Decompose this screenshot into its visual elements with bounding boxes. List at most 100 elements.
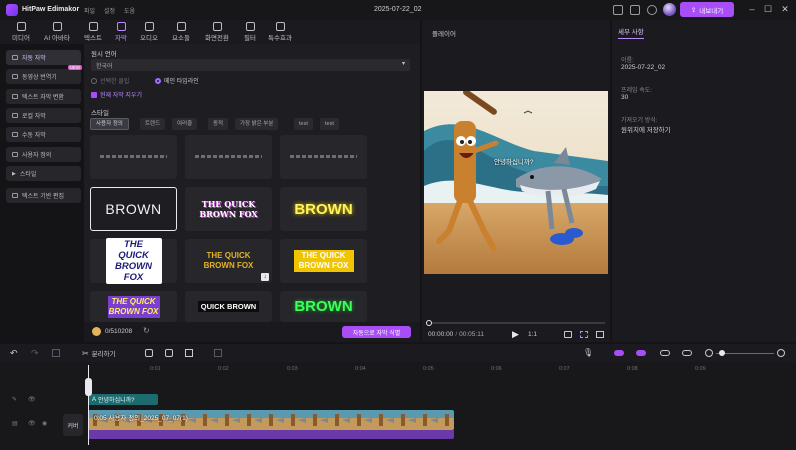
- style-card-quick-fox-white[interactable]: THE QUICK BROWN FOX: [90, 238, 177, 284]
- style-card[interactable]: [90, 135, 177, 179]
- tool-text[interactable]: 텍스트: [80, 21, 106, 43]
- playback-progress-handle[interactable]: [426, 320, 432, 326]
- sidebar-item-manual-subtitle[interactable]: 수동 자막: [6, 127, 81, 142]
- sidebar-item-text-to-subtitle[interactable]: 텍스트 자막 변환: [6, 89, 81, 104]
- remove-current-subtitle-checkbox[interactable]: 현재 자막 지우기: [91, 90, 142, 99]
- zoom-out-icon[interactable]: [705, 349, 713, 357]
- tool-media[interactable]: 미디어: [8, 21, 34, 43]
- import-method-value: 원위치에 저장하기: [621, 127, 671, 134]
- track-lock-icon[interactable]: ▤: [12, 420, 18, 427]
- sidebar-item-auto-subtitle[interactable]: 자동 자막: [6, 50, 81, 65]
- style-card[interactable]: [185, 135, 272, 179]
- play-icon[interactable]: ▶: [512, 329, 519, 340]
- auto-identify-subtitle-button[interactable]: 자동으로 자막 식별: [342, 326, 411, 338]
- menu-file[interactable]: 파일: [84, 6, 95, 15]
- export-frame-icon[interactable]: [214, 349, 222, 357]
- subtitle-edit-icon[interactable]: [185, 349, 193, 357]
- style-card-brown-green-glow[interactable]: BROWN: [280, 291, 367, 322]
- time-tick: 0:01: [150, 366, 161, 372]
- time-display: 00:00:00/00:05:11: [428, 331, 484, 338]
- video-preview[interactable]: [424, 91, 608, 274]
- import-method-label: 가져오기 방식:: [621, 118, 658, 124]
- delete-icon[interactable]: [52, 349, 60, 357]
- tool-audio[interactable]: 오디오: [136, 21, 162, 43]
- style-tab-dynamic[interactable]: 동적: [208, 118, 229, 130]
- cover-button[interactable]: 커버: [63, 414, 83, 436]
- style-card-quick-fox-pink[interactable]: THE QUICK BROWN FOX: [185, 187, 272, 231]
- avatar[interactable]: [663, 3, 676, 16]
- style-card-brown-outline[interactable]: BROWN: [90, 187, 177, 231]
- aspect-ratio-select[interactable]: 1:1: [528, 331, 537, 338]
- link-icon[interactable]: [614, 350, 624, 356]
- subtitle-clip[interactable]: A 안녕하십니까?: [88, 394, 158, 405]
- tool-effects[interactable]: 특수효과: [264, 21, 296, 43]
- minimize-icon[interactable]: –: [746, 3, 758, 15]
- track-audio-icon[interactable]: ◉: [42, 420, 47, 427]
- playhead[interactable]: [88, 365, 89, 445]
- style-card-quick-fox-yellow-box[interactable]: THE QUICK BROWN FOX: [280, 239, 367, 283]
- track-visibility-icon[interactable]: 👁: [28, 420, 36, 427]
- split-button[interactable]: ✂ 분리하기: [82, 348, 116, 359]
- track-edit-icon[interactable]: ✎: [12, 396, 17, 403]
- fps-label: 프레임 속도:: [621, 88, 652, 94]
- audio-waveform[interactable]: [88, 430, 454, 439]
- source-lang-select[interactable]: 한국어 ▾: [91, 59, 410, 71]
- snapshot-icon[interactable]: [564, 331, 572, 338]
- playhead-handle[interactable]: [85, 378, 92, 396]
- checkbox-icon: [91, 91, 97, 98]
- style-card-brown-yellow-glow[interactable]: BROWN: [280, 187, 367, 231]
- style-card-quick-brown-black[interactable]: QUICK BROWN: [185, 291, 272, 322]
- style-tab-brightest[interactable]: 가장 밝은 부분: [235, 118, 279, 130]
- radio-selected-clip[interactable]: 선택한 클립: [91, 76, 129, 85]
- undo-icon[interactable]: ↶: [10, 348, 18, 359]
- sidebar-item-style[interactable]: ▶ 스타일: [6, 166, 81, 181]
- style-card[interactable]: [280, 135, 367, 179]
- tool-ai-avatar[interactable]: AI 아바타: [40, 21, 74, 43]
- time-tick: 0:02: [218, 366, 229, 372]
- caret-right-icon: ▶: [12, 170, 16, 177]
- snap-icon[interactable]: [660, 350, 670, 356]
- feedback-icon[interactable]: [630, 5, 640, 15]
- microphone-icon[interactable]: 🎙: [583, 348, 593, 357]
- style-tab-multiline[interactable]: 여러줄: [172, 118, 198, 130]
- track-visibility-icon[interactable]: 👁: [28, 396, 36, 403]
- sidebar-item-text-based-edit[interactable]: 텍스트 기반 편집: [6, 188, 81, 203]
- style-tab-test-2[interactable]: test: [320, 118, 339, 130]
- style-tab-custom[interactable]: 사용자 정의: [90, 118, 129, 130]
- shield-icon[interactable]: [145, 349, 153, 357]
- style-tab-trend[interactable]: 트렌드: [140, 118, 166, 130]
- fullscreen-icon[interactable]: [596, 331, 604, 338]
- download-icon[interactable]: [647, 5, 657, 15]
- style-card-quick-fox-gold[interactable]: THE QUICK BROWN FOX ↓: [185, 239, 272, 283]
- style-tab-test-1[interactable]: test: [294, 118, 313, 130]
- zoom-slider-handle[interactable]: [719, 350, 725, 356]
- close-icon[interactable]: ✕: [779, 3, 791, 15]
- text-box-icon[interactable]: [165, 349, 173, 357]
- style-card-quick-fox-purple[interactable]: THE QUICK BROWN FOX: [90, 291, 177, 322]
- radio-main-timeline[interactable]: 메인 타임라인: [155, 76, 199, 85]
- fit-icon[interactable]: [682, 350, 692, 356]
- tool-transitions[interactable]: 화면전환: [200, 21, 234, 43]
- grid-icon[interactable]: [580, 331, 588, 338]
- redo-icon[interactable]: ↷: [31, 348, 39, 359]
- menu-help[interactable]: 도움: [124, 6, 135, 15]
- export-button[interactable]: ⇪ 내보내기: [680, 2, 734, 17]
- magnet-icon[interactable]: [636, 350, 646, 356]
- fps-value: 30: [621, 94, 629, 101]
- refresh-icon[interactable]: ↻: [143, 326, 150, 335]
- maximize-icon[interactable]: ☐: [762, 3, 774, 15]
- menu-settings[interactable]: 설정: [104, 6, 115, 15]
- tool-subtitle[interactable]: 자막: [110, 21, 132, 43]
- download-icon[interactable]: ↓: [261, 273, 269, 281]
- layout-icon[interactable]: [613, 5, 623, 15]
- tool-elements[interactable]: 요소들: [168, 21, 194, 43]
- sidebar-item-local-subtitle[interactable]: 로컬 자막: [6, 108, 81, 123]
- tool-filter[interactable]: 필터: [240, 21, 260, 43]
- sidebar-item-video-translator[interactable]: 동영상 번역기 NEW: [6, 65, 82, 84]
- tab-details[interactable]: 세부 사항: [618, 26, 644, 39]
- zoom-in-icon[interactable]: [777, 349, 785, 357]
- sidebar-item-custom[interactable]: 사용자 정의: [6, 147, 81, 162]
- app-logo: [6, 4, 18, 16]
- playback-progress-track[interactable]: [427, 322, 605, 324]
- subtitle-clip-icon: A: [92, 396, 97, 403]
